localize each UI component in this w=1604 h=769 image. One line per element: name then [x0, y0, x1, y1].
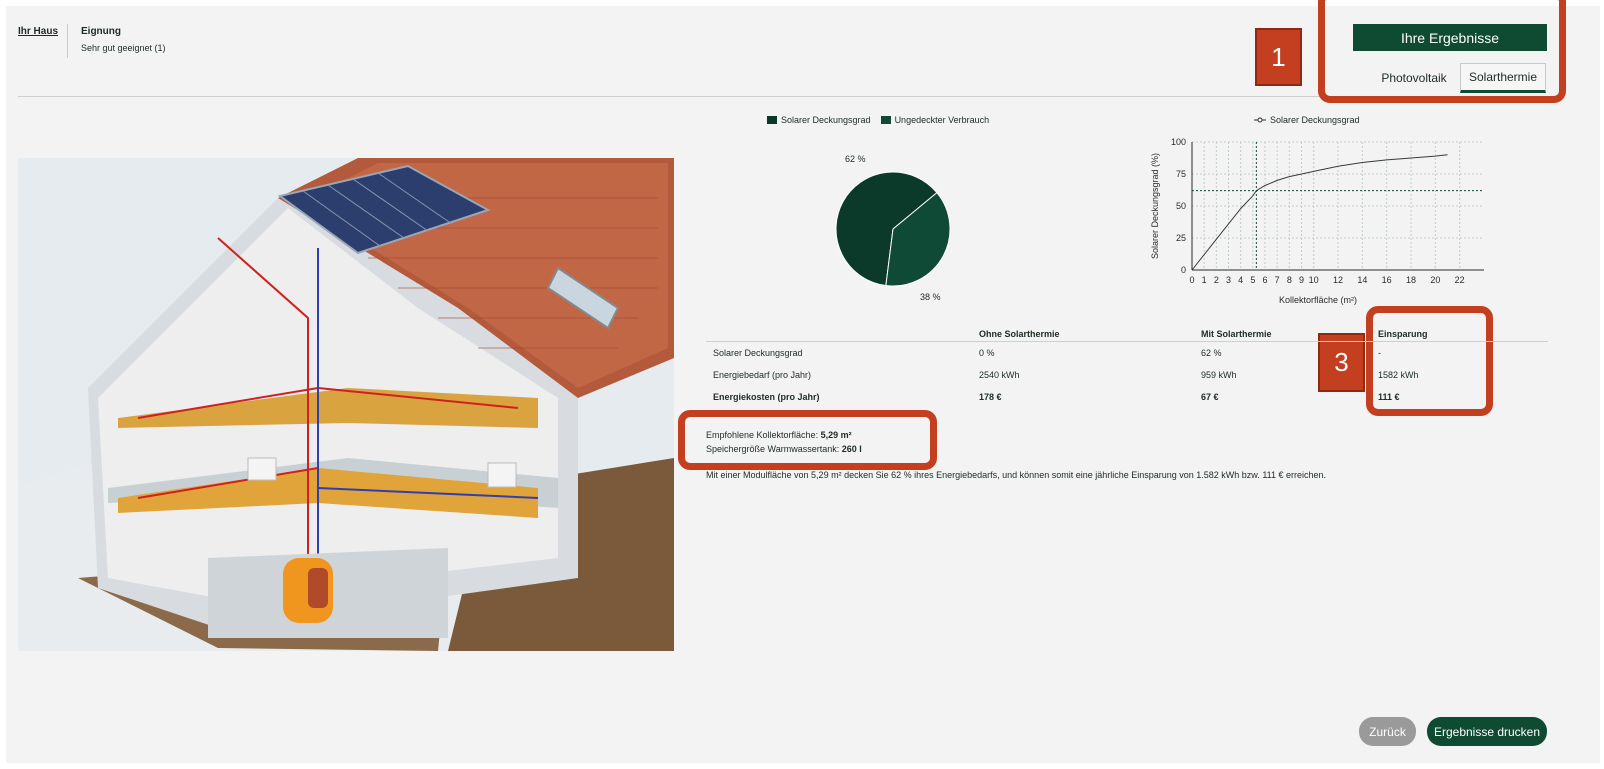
- y-tick-label: 0: [1181, 265, 1186, 275]
- coverage-curve: [1191, 154, 1448, 271]
- x-tick-label: 10: [1309, 275, 1319, 285]
- x-tick-label: 22: [1455, 275, 1465, 285]
- table-header-with: Mit Solarthermie: [1201, 329, 1272, 339]
- x-tick-label: 14: [1357, 275, 1367, 285]
- cell-savings: 1582 kWh: [1378, 370, 1419, 380]
- cell-savings: -: [1378, 348, 1381, 358]
- collector-area-value: 5,29 m²: [820, 430, 852, 440]
- cell-without: 0 %: [979, 348, 995, 358]
- breadcrumb-separator: [67, 24, 68, 58]
- table-header-empty: [706, 327, 979, 342]
- line-chart: 02550751000 1 2 3 4 5 6 7 8 9 10 12 14 16 18 20 22Kollek…: [1150, 137, 1484, 305]
- results-table: Ohne Solarthermie Mit Solarthermie Einsp…: [706, 327, 1548, 408]
- x-tick-label: 4: [1238, 275, 1243, 285]
- x-tick-label: 16: [1382, 275, 1392, 285]
- x-tick-label: 6: [1262, 275, 1267, 285]
- x-tick-label: 1: [1202, 275, 1207, 285]
- cell-savings: 111 €: [1378, 392, 1400, 402]
- x-tick-label: 8: [1287, 275, 1292, 285]
- pie-label-uncovered: 38 %: [920, 292, 941, 302]
- x-tick-label: 7: [1275, 275, 1280, 285]
- tank-size-line: Speichergröße Warmwassertank: 260 l: [706, 442, 862, 456]
- cell-with: 959 kWh: [1201, 370, 1237, 380]
- legend-uncovered-label: Ungedeckter Verbrauch: [894, 115, 990, 125]
- pie-legend: Solarer Deckungsgrad Ungedeckter Verbrau…: [767, 115, 989, 125]
- cell-without: 2540 kWh: [979, 370, 1020, 380]
- print-results-button[interactable]: Ergebnisse drucken: [1427, 717, 1547, 746]
- row-label: Energiebedarf (pro Jahr): [713, 370, 812, 380]
- y-axis-label: Solarer Deckungsgrad (%): [1150, 153, 1160, 259]
- back-button[interactable]: Zurück: [1359, 717, 1416, 746]
- x-tick-label: 3: [1226, 275, 1231, 285]
- tank-size-label: Speichergröße Warmwassertank:: [706, 444, 840, 454]
- x-tick-label: 2: [1214, 275, 1219, 285]
- suitability-rating: Sehr gut geeignet (1): [81, 43, 166, 53]
- pie-label-covered: 62 %: [845, 154, 866, 164]
- row-label: Solarer Deckungsgrad: [713, 348, 803, 358]
- table-header-savings: Einsparung: [1378, 329, 1428, 339]
- table-header-without: Ohne Solarthermie: [979, 329, 1060, 339]
- x-tick-label: 0: [1189, 275, 1194, 285]
- line-legend-label: Solarer Deckungsgrad: [1270, 115, 1360, 125]
- legend-swatch-covered: [767, 116, 777, 124]
- table-row: Solarer Deckungsgrad 0 % 62 % -: [706, 342, 1548, 365]
- callout-1: 1: [1255, 28, 1302, 86]
- recommendation-info: Empfohlene Kollektorfläche: 5,29 m² Spei…: [706, 428, 862, 456]
- x-tick-label: 18: [1406, 275, 1416, 285]
- y-tick-label: 25: [1176, 233, 1186, 243]
- breadcrumb-home-link[interactable]: Ihr Haus: [18, 26, 58, 37]
- legend-swatch-uncovered: [880, 116, 891, 124]
- highlight-results-tabs: [1318, 0, 1566, 103]
- summary-text: Mit einer Modulfläche von 5,29 m² decken…: [706, 470, 1327, 480]
- x-tick-label: 20: [1430, 275, 1440, 285]
- suitability-title: Eignung: [81, 26, 121, 37]
- y-tick-label: 100: [1171, 137, 1186, 147]
- legend-covered-label: Solarer Deckungsgrad: [781, 115, 871, 125]
- collector-area-line: Empfohlene Kollektorfläche: 5,29 m²: [706, 428, 862, 442]
- x-axis-label: Kollektorfläche (m²): [1279, 295, 1357, 305]
- line-legend: Solarer Deckungsgrad: [1254, 115, 1360, 125]
- x-tick-label: 5: [1250, 275, 1255, 285]
- y-tick-label: 50: [1176, 201, 1186, 211]
- table-row: Energiekosten (pro Jahr) 178 € 67 € 111 …: [706, 386, 1548, 408]
- house-cutaway-illustration: [18, 158, 674, 651]
- cell-with: 62 %: [1201, 348, 1222, 358]
- row-label: Energiekosten (pro Jahr): [713, 392, 820, 402]
- pie-chart: [835, 171, 951, 287]
- x-tick-label: 12: [1333, 275, 1343, 285]
- table-header-row: Ohne Solarthermie Mit Solarthermie Einsp…: [706, 327, 1548, 342]
- cell-without: 178 €: [979, 392, 1002, 402]
- collector-area-label: Empfohlene Kollektorfläche:: [706, 430, 819, 440]
- table-row: Energiebedarf (pro Jahr) 2540 kWh 959 kW…: [706, 364, 1548, 386]
- x-tick-label: 9: [1299, 275, 1304, 285]
- line-legend-marker-icon: [1254, 117, 1266, 123]
- cell-with: 67 €: [1201, 392, 1219, 402]
- y-tick-label: 75: [1176, 169, 1186, 179]
- tank-size-value: 260 l: [841, 444, 862, 454]
